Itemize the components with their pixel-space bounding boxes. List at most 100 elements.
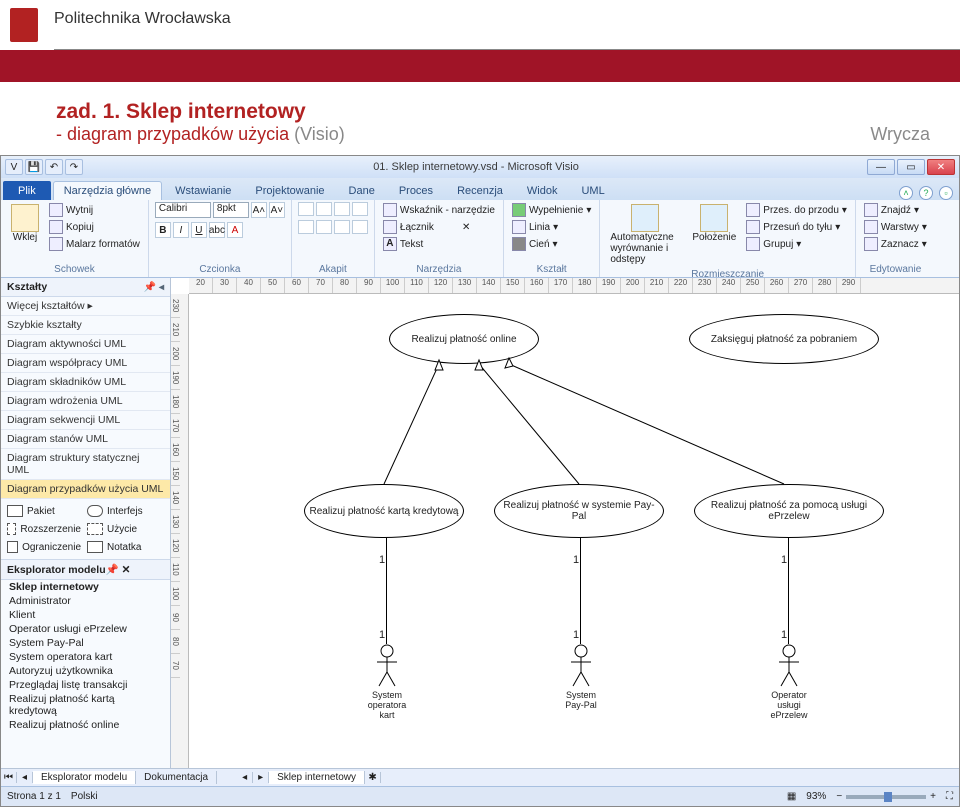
font-name-select[interactable]: Calibri [155, 202, 211, 218]
exp-item[interactable]: Administrator [1, 594, 170, 608]
fill-button[interactable]: Wypełnienie ▾ [510, 202, 593, 218]
page-nav-prev[interactable]: ◂ [237, 772, 253, 783]
qa-undo-button[interactable]: ↶ [45, 159, 63, 175]
tab-home[interactable]: Narzędzia główne [53, 181, 162, 200]
window-state-icon[interactable]: ▫ [939, 186, 953, 200]
stencil-item[interactable]: Diagram sekwencji UML [1, 411, 170, 430]
shape-uzycie[interactable]: Użycie [85, 521, 163, 537]
copy-button[interactable]: Kopiuj [47, 219, 142, 235]
stencil-item[interactable]: Diagram aktywności UML [1, 335, 170, 354]
tab-design[interactable]: Projektowanie [244, 181, 335, 200]
shrink-font-button[interactable]: A˅ [269, 202, 285, 218]
qa-redo-button[interactable]: ↷ [65, 159, 83, 175]
bold-button[interactable]: B [155, 222, 171, 238]
exp-item[interactable]: Operator usługi ePrzelew [1, 622, 170, 636]
connector-tool-button[interactable]: Łącznik ✕ [381, 219, 473, 235]
pointer-tool-button[interactable]: Wskaźnik - narzędzie [381, 202, 497, 218]
strike-button[interactable]: abc [209, 222, 225, 238]
format-painter-button[interactable]: Malarz formatów [47, 236, 142, 252]
italic-button[interactable]: I [173, 222, 189, 238]
more-shapes-button[interactable]: Więcej kształtów ▸ [1, 297, 170, 316]
text-direction-icon[interactable] [352, 202, 368, 216]
tab-file[interactable]: Plik [3, 181, 51, 200]
exp-item[interactable]: System operatora kart [1, 650, 170, 664]
select-button[interactable]: Zaznacz ▾ [862, 236, 929, 252]
tab-explorer[interactable]: Eksplorator modelu [33, 771, 136, 784]
fit-page-button[interactable]: ⛶ [946, 791, 953, 802]
exp-item[interactable]: Klient [1, 608, 170, 622]
zoom-slider[interactable]: − + [836, 791, 936, 802]
shadow-button[interactable]: Cień ▾ [510, 236, 560, 252]
tab-nav-prev[interactable]: ◂ [17, 772, 33, 783]
page-tab[interactable]: Sklep internetowy [269, 771, 365, 784]
stencil-item[interactable]: Diagram wdrożenia UML [1, 392, 170, 411]
delete-icon[interactable]: ✕ [462, 222, 470, 233]
find-button[interactable]: Znajdź ▾ [862, 202, 921, 218]
tab-docs[interactable]: Dokumentacja [136, 771, 217, 784]
stencil-item[interactable]: Diagram współpracy UML [1, 354, 170, 373]
shape-notatka[interactable]: Notatka [85, 539, 163, 555]
auto-align-button[interactable]: Automatyczne wyrównanie i odstępy [606, 202, 684, 267]
bring-front-button[interactable]: Przes. do przodu ▾ [744, 202, 849, 218]
tab-insert[interactable]: Wstawianie [164, 181, 242, 200]
grow-font-button[interactable]: A˄ [251, 202, 267, 218]
group-button[interactable]: Grupuj ▾ [744, 236, 849, 252]
exp-item[interactable]: Realizuj płatność online [1, 718, 170, 732]
tab-nav-first[interactable]: ⏮ [1, 772, 17, 783]
tab-process[interactable]: Proces [388, 181, 444, 200]
align-top-icon[interactable] [298, 202, 314, 216]
tab-data[interactable]: Dane [338, 181, 386, 200]
line-button[interactable]: Linia ▾ [510, 219, 560, 235]
quick-shapes-button[interactable]: Szybkie kształty [1, 316, 170, 335]
maximize-button[interactable]: ▭ [897, 159, 925, 175]
stencil-item[interactable]: Diagram stanów UML [1, 430, 170, 449]
shape-interfejs[interactable]: Interfejs [85, 503, 163, 519]
position-button[interactable]: Położenie [688, 202, 740, 245]
text-tool-button[interactable]: ATekst [381, 236, 425, 252]
shape-pakiet[interactable]: Pakiet [5, 503, 83, 519]
drawing-canvas[interactable]: Realizuj płatność online Zaksięguj płatn… [189, 294, 959, 768]
align-center-icon[interactable] [316, 220, 332, 234]
actor-operator-kart[interactable]: System operatora kart [367, 644, 407, 720]
stencil-item[interactable]: Diagram struktury statycznej UML [1, 449, 170, 480]
exp-item[interactable]: Sklep internetowy [1, 580, 170, 594]
view-mode-icon[interactable]: ▦ [787, 791, 796, 802]
bullets-icon[interactable] [334, 202, 350, 216]
actor-paypal[interactable]: System Pay-Pal [561, 644, 601, 710]
font-size-select[interactable]: 8pkt [213, 202, 249, 218]
tab-view[interactable]: Widok [516, 181, 569, 200]
help-icon[interactable]: ? [919, 186, 933, 200]
zoom-out-button[interactable]: − [836, 791, 842, 802]
page-nav-next[interactable]: ▸ [253, 772, 269, 783]
align-middle-icon[interactable] [316, 202, 332, 216]
qa-save-button[interactable]: 💾 [25, 159, 43, 175]
stencil-item[interactable]: Diagram składników UML [1, 373, 170, 392]
actor-eprzelew[interactable]: Operator usługi ePrzelew [769, 644, 809, 720]
visio-icon[interactable]: V [5, 159, 23, 175]
shape-rozszerzenie[interactable]: Rozszerzenie [5, 521, 83, 537]
underline-button[interactable]: U [191, 222, 207, 238]
zoom-in-button[interactable]: + [930, 791, 936, 802]
cut-button[interactable]: Wytnij [47, 202, 142, 218]
paste-button[interactable]: Wklej [7, 202, 43, 245]
pin-icon[interactable]: 📌 ✕ [106, 563, 131, 576]
close-button[interactable]: ✕ [927, 159, 955, 175]
exp-item[interactable]: Realizuj płatność kartą kredytową [1, 692, 170, 718]
minimize-button[interactable]: — [867, 159, 895, 175]
tab-review[interactable]: Recenzja [446, 181, 514, 200]
font-color-button[interactable]: A [227, 222, 243, 238]
exp-item[interactable]: Autoryzuj użytkownika [1, 664, 170, 678]
indent-icon[interactable] [352, 220, 368, 234]
exp-item[interactable]: Przeglądaj listę transakcji [1, 678, 170, 692]
align-left-icon[interactable] [298, 220, 314, 234]
exp-item[interactable]: System Pay-Pal [1, 636, 170, 650]
align-right-icon[interactable] [334, 220, 350, 234]
tab-uml[interactable]: UML [570, 181, 615, 200]
ribbon-minimize-icon[interactable]: ˄ [899, 186, 913, 200]
new-page-button[interactable]: ✱ [365, 772, 381, 783]
stencil-item-selected[interactable]: Diagram przypadków użycia UML [1, 480, 170, 499]
shape-ograniczenie[interactable]: Ograniczenie [5, 539, 83, 555]
send-back-button[interactable]: Przesuń do tyłu ▾ [744, 219, 849, 235]
layers-button[interactable]: Warstwy ▾ [862, 219, 929, 235]
pin-icon[interactable]: 📌 ◂ [144, 282, 164, 293]
